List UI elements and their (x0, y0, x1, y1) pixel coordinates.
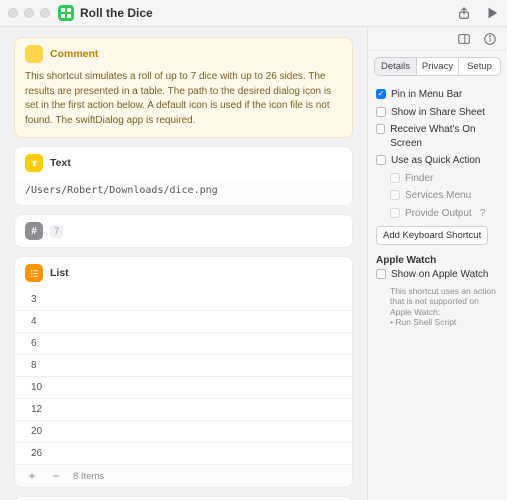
checkbox[interactable] (390, 190, 400, 200)
chk-quick: Use as Quick Action (391, 154, 480, 168)
titlebar: Roll the Dice (0, 0, 507, 27)
list-item[interactable]: 8 (15, 355, 352, 377)
chk-finder: Finder (405, 172, 433, 186)
close-icon[interactable] (8, 8, 18, 18)
section-apple-watch: Apple Watch (376, 255, 499, 266)
action-text[interactable]: Text /Users/Robert/Downloads/dice.png (14, 146, 353, 206)
list-item[interactable]: 26 (15, 443, 352, 465)
checkbox[interactable] (376, 124, 385, 134)
list-item[interactable]: 10 (15, 377, 352, 399)
minimize-icon[interactable] (24, 8, 34, 18)
window-controls[interactable] (8, 8, 50, 18)
share-icon[interactable] (457, 6, 471, 20)
chk-show-aw: Show on Apple Watch (391, 268, 488, 282)
comment-text: This shortcut simulates a roll of up to … (15, 70, 352, 137)
zoom-icon[interactable] (40, 8, 50, 18)
shortcut-icon (58, 5, 74, 21)
list-item[interactable]: 4 (15, 311, 352, 333)
list-item[interactable]: 20 (15, 421, 352, 443)
checkbox[interactable] (376, 155, 386, 165)
list-item[interactable]: 3 (15, 289, 352, 311)
text-value[interactable]: /Users/Robert/Downloads/dice.png (15, 179, 352, 205)
aw-note: This shortcut uses an action that is not… (376, 286, 499, 318)
list-item[interactable]: 12 (15, 399, 352, 421)
action-title: Comment (50, 48, 98, 60)
chk-share: Show in Share Sheet (391, 106, 485, 120)
run-icon[interactable] (485, 6, 499, 20)
checkbox[interactable] (376, 269, 386, 279)
tab-setup[interactable]: Setup (459, 58, 500, 75)
list-icon (25, 264, 43, 282)
checkbox[interactable] (390, 173, 400, 183)
list-body: 3 4 6 8 10 12 20 26 + − 8 Items (15, 289, 352, 487)
action-number-stub[interactable]: # 7 (14, 214, 353, 248)
checkbox[interactable] (376, 107, 386, 117)
info-icon[interactable] (483, 32, 497, 46)
help-icon[interactable]: ? (480, 207, 486, 221)
add-keyboard-shortcut-button[interactable]: Add Keyboard Shortcut (376, 226, 488, 245)
list-footer: + − 8 Items (15, 465, 352, 487)
action-comment[interactable]: Comment This shortcut simulates a roll o… (14, 37, 353, 138)
segmented-tabs[interactable]: Details Privacy Setup (374, 57, 501, 76)
checkbox[interactable] (390, 208, 400, 218)
toggle-sidebar-icon[interactable] (457, 32, 471, 46)
add-item-button[interactable]: + (25, 469, 39, 483)
number-placeholder[interactable]: 7 (50, 225, 63, 238)
hash-icon: # (25, 222, 43, 240)
comment-icon (25, 45, 43, 63)
action-repeat-each[interactable]: Repeat with each item in List (14, 496, 353, 500)
tab-privacy[interactable]: Privacy (417, 58, 459, 75)
list-item[interactable]: 6 (15, 333, 352, 355)
chk-pin: Pin in Menu Bar (391, 88, 462, 102)
tab-details[interactable]: Details (375, 58, 417, 75)
chk-provide: Provide Output (405, 207, 472, 221)
remove-item-button[interactable]: − (49, 469, 63, 483)
editor-canvas[interactable]: Comment This shortcut simulates a roll o… (0, 27, 367, 500)
action-title: Text (50, 157, 71, 169)
chk-services: Services Menu (405, 189, 471, 203)
action-title: List (50, 267, 69, 279)
text-icon (25, 154, 43, 172)
aw-note2: • Run Shell Script (376, 317, 499, 327)
window-title: Roll the Dice (80, 6, 153, 20)
chk-receive: Receive What's On Screen (390, 123, 499, 150)
checkbox[interactable]: ✓ (376, 89, 386, 99)
list-count: 8 Items (73, 471, 104, 482)
inspector-sidebar: Details Privacy Setup ✓ Pin in Menu Bar S… (367, 27, 507, 500)
action-list[interactable]: List 3 4 6 8 10 12 20 26 + − 8 Items (14, 256, 353, 488)
